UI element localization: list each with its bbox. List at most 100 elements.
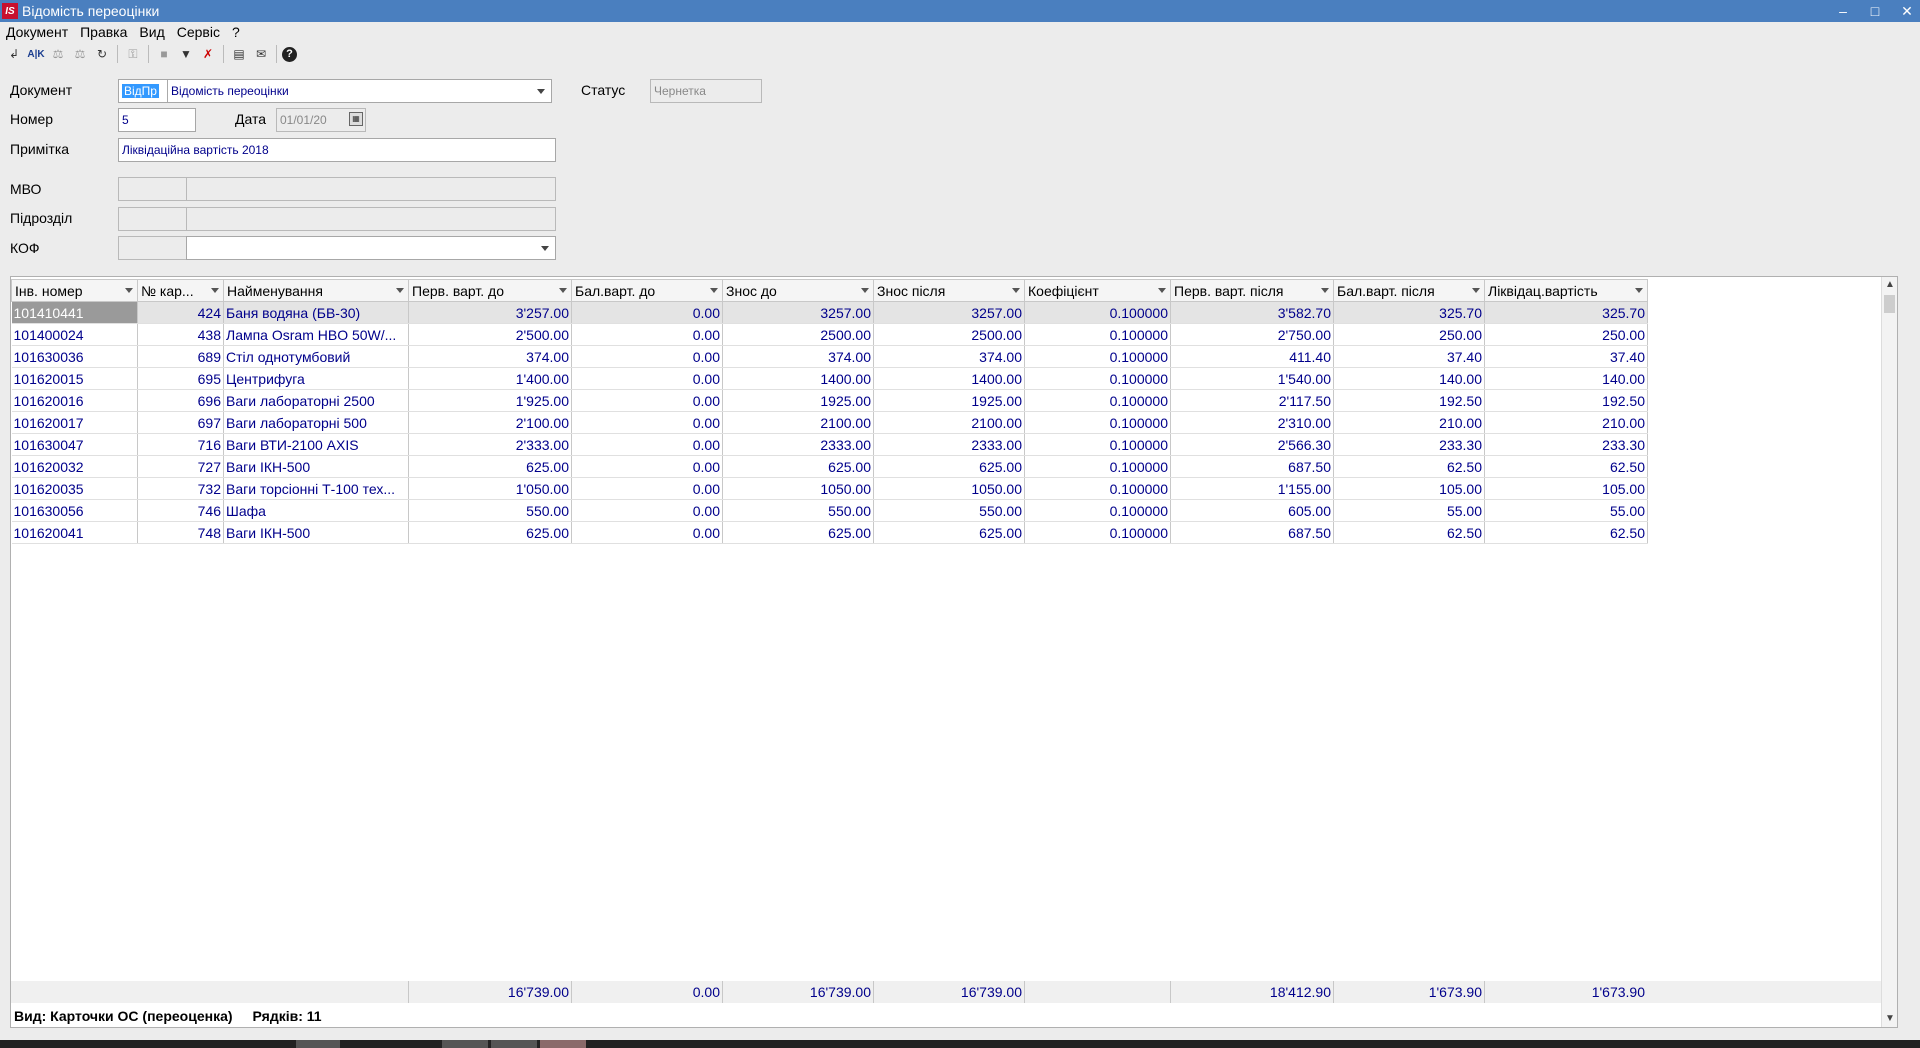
cell-coef[interactable]: 0.100000 [1024, 323, 1171, 346]
cell-likvid[interactable]: 62.50 [1484, 455, 1648, 478]
cell-znos-pislia[interactable]: 3257.00 [873, 301, 1025, 324]
note-field[interactable]: Ліквідаційна вартість 2018 [118, 138, 556, 162]
cell-bal-do[interactable]: 0.00 [571, 389, 723, 412]
cell-likvid[interactable]: 192.50 [1484, 389, 1648, 412]
sort-arrow-icon[interactable] [211, 288, 219, 293]
mvo-code-field[interactable] [118, 177, 188, 201]
menu-help[interactable]: ? [226, 24, 246, 40]
number-field[interactable]: 5 [118, 108, 196, 132]
cell-bal-pislia[interactable]: 250.00 [1333, 323, 1485, 346]
cell-bal-pislia[interactable]: 105.00 [1333, 477, 1485, 500]
cell-coef[interactable]: 0.100000 [1024, 499, 1171, 522]
cell-perv-pislia[interactable]: 2'117.50 [1170, 389, 1334, 412]
cell-znos-pislia[interactable]: 625.00 [873, 521, 1025, 544]
cell-likvid[interactable]: 325.70 [1484, 301, 1648, 324]
cell-perv-pislia[interactable]: 687.50 [1170, 455, 1334, 478]
cell-inv-number[interactable]: 101630056 [11, 499, 138, 522]
cell-likvid[interactable]: 55.00 [1484, 499, 1648, 522]
cell-znos-pislia[interactable]: 1050.00 [873, 477, 1025, 500]
vertical-scrollbar[interactable]: ▲ ▼ [1881, 277, 1897, 1027]
cell-bal-pislia[interactable]: 62.50 [1333, 521, 1485, 544]
menu-edit[interactable]: Правка [74, 24, 133, 40]
cell-bal-do[interactable]: 0.00 [571, 433, 723, 456]
sort-arrow-icon[interactable] [559, 288, 567, 293]
help-icon[interactable]: ? [282, 46, 297, 62]
cell-inv-number[interactable]: 101620016 [11, 389, 138, 412]
cell-inv-number[interactable]: 101620015 [11, 367, 138, 390]
cell-bal-pislia[interactable]: 37.40 [1333, 345, 1485, 368]
refresh-icon[interactable]: ↻ [92, 44, 112, 64]
cell-bal-do[interactable]: 0.00 [571, 411, 723, 434]
cell-coef[interactable]: 0.100000 [1024, 411, 1171, 434]
cell-likvid[interactable]: 140.00 [1484, 367, 1648, 390]
cell-znos-pislia[interactable]: 2500.00 [873, 323, 1025, 346]
cell-perv-do[interactable]: 625.00 [408, 455, 572, 478]
cell-znos-do[interactable]: 550.00 [722, 499, 874, 522]
cell-coef[interactable]: 0.100000 [1024, 367, 1171, 390]
cell-card-number[interactable]: 732 [137, 477, 224, 500]
calendar-icon[interactable]: ▦ [349, 112, 363, 126]
col-inv-number[interactable]: Інв. номер [11, 279, 138, 302]
cell-znos-pislia[interactable]: 550.00 [873, 499, 1025, 522]
cell-name[interactable]: Центрифуга [223, 367, 409, 390]
cell-coef[interactable]: 0.100000 [1024, 477, 1171, 500]
cell-inv-number[interactable]: 101620032 [11, 455, 138, 478]
cell-inv-number[interactable]: 101620035 [11, 477, 138, 500]
sort-arrow-icon[interactable] [1158, 288, 1166, 293]
cell-bal-pislia[interactable]: 62.50 [1333, 455, 1485, 478]
cell-znos-do[interactable]: 2500.00 [722, 323, 874, 346]
cell-bal-do[interactable]: 0.00 [571, 301, 723, 324]
cell-perv-pislia[interactable]: 1'540.00 [1170, 367, 1334, 390]
table-row[interactable]: 101410441 424 Баня водяна (БВ-30) 3'257.00 0… [11, 301, 1648, 324]
cell-bal-pislia[interactable]: 192.50 [1333, 389, 1485, 412]
cell-perv-do[interactable]: 1'400.00 [408, 367, 572, 390]
filter-icon[interactable]: ▼ [176, 44, 196, 64]
cell-perv-pislia[interactable]: 687.50 [1170, 521, 1334, 544]
department-name-field[interactable] [186, 207, 556, 231]
cell-znos-do[interactable]: 1400.00 [722, 367, 874, 390]
cell-znos-do[interactable]: 1925.00 [722, 389, 874, 412]
cell-bal-do[interactable]: 0.00 [571, 477, 723, 500]
sort-arrow-icon[interactable] [1012, 288, 1020, 293]
report-icon[interactable]: ▤ [229, 44, 249, 64]
cell-perv-do[interactable]: 374.00 [408, 345, 572, 368]
col-perv-do[interactable]: Перв. варт. до [408, 279, 572, 302]
menu-document[interactable]: Документ [0, 24, 74, 40]
cell-name[interactable]: Ваги ІКН-500 [223, 455, 409, 478]
scroll-thumb[interactable] [1884, 295, 1895, 313]
cell-name[interactable]: Ваги торсіонні Т-100 тех... [223, 477, 409, 500]
cell-znos-do[interactable]: 2333.00 [722, 433, 874, 456]
cell-card-number[interactable]: 696 [137, 389, 224, 412]
cell-znos-pislia[interactable]: 1925.00 [873, 389, 1025, 412]
table-row[interactable]: 101630047 716 Ваги ВТИ-2100 AXIS 2'333.00 0.… [11, 433, 1648, 456]
cell-znos-pislia[interactable]: 374.00 [873, 345, 1025, 368]
cell-bal-pislia[interactable]: 325.70 [1333, 301, 1485, 324]
sort-arrow-icon[interactable] [396, 288, 404, 293]
scale-down-icon[interactable]: ⚖ [70, 44, 90, 64]
cell-perv-pislia[interactable]: 2'310.00 [1170, 411, 1334, 434]
sort-arrow-icon[interactable] [1635, 288, 1643, 293]
cell-perv-pislia[interactable]: 3'582.70 [1170, 301, 1334, 324]
cell-perv-pislia[interactable]: 1'155.00 [1170, 477, 1334, 500]
cell-coef[interactable]: 0.100000 [1024, 345, 1171, 368]
cell-coef[interactable]: 0.100000 [1024, 301, 1171, 324]
cell-coef[interactable]: 0.100000 [1024, 455, 1171, 478]
cell-name[interactable]: Ваги ВТИ-2100 AXIS [223, 433, 409, 456]
cell-likvid[interactable]: 62.50 [1484, 521, 1648, 544]
table-row[interactable]: 101620035 732 Ваги торсіонні Т-100 тех... 1… [11, 477, 1648, 500]
taskbar-button[interactable] [540, 1040, 586, 1048]
scale-icon[interactable]: ⚖ [48, 44, 68, 64]
cell-perv-pislia[interactable]: 605.00 [1170, 499, 1334, 522]
col-likvid[interactable]: Ліквідац.вартість [1484, 279, 1648, 302]
cell-name[interactable]: Лампа Osram HBO 50W/... [223, 323, 409, 346]
cell-perv-do[interactable]: 2'100.00 [408, 411, 572, 434]
mail-icon[interactable]: ✉ [251, 44, 271, 64]
sort-arrow-icon[interactable] [125, 288, 133, 293]
cell-bal-do[interactable]: 0.00 [571, 367, 723, 390]
clear-filter-icon[interactable]: ✗ [198, 44, 218, 64]
cell-znos-pislia[interactable]: 625.00 [873, 455, 1025, 478]
col-znos-pislia[interactable]: Знос після [873, 279, 1025, 302]
cell-znos-do[interactable]: 2100.00 [722, 411, 874, 434]
cell-card-number[interactable]: 716 [137, 433, 224, 456]
col-name[interactable]: Найменування [223, 279, 409, 302]
